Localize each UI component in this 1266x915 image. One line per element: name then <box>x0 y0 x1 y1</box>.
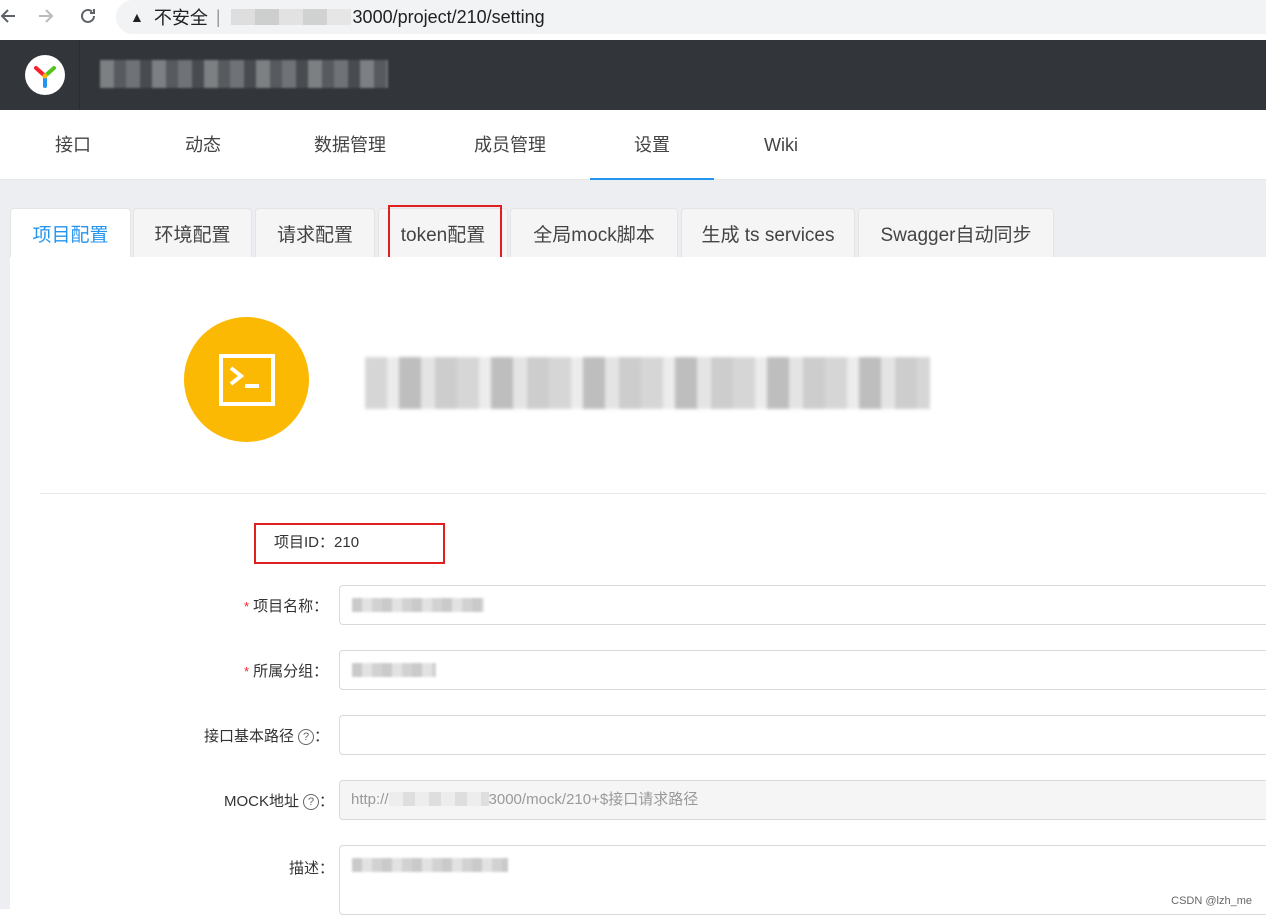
group-label-wrap: * 所属分组： <box>244 660 328 681</box>
redacted-project-name <box>352 598 484 612</box>
settings-content: 项目配置 环境配置 请求配置 token配置 全局mock脚本 生成 ts se… <box>0 180 1266 915</box>
mock-prefix: http:// <box>351 791 389 808</box>
nav-item-interface[interactable]: 接口 <box>55 110 91 180</box>
nav-item-data[interactable]: 数据管理 <box>314 110 386 180</box>
redacted-mock-host <box>388 792 489 806</box>
tab-env-config[interactable]: 环境配置 <box>133 208 252 257</box>
url-path: 3000/project/210/setting <box>352 6 545 27</box>
tab-request-config[interactable]: 请求配置 <box>255 208 375 257</box>
desc-label-wrap: 描述： <box>289 857 334 878</box>
basepath-input[interactable] <box>339 715 1266 755</box>
required-mark: * <box>244 599 250 614</box>
app-header <box>0 40 1266 110</box>
colon: ： <box>314 728 330 745</box>
yapi-logo-icon <box>24 55 65 95</box>
project-nav: 接口 动态 数据管理 成员管理 设置 Wiki <box>0 110 1266 180</box>
address-bar[interactable]: ▲ 不安全 | 3000/project/210/setting <box>116 0 1266 34</box>
tab-swagger-sync[interactable]: Swagger自动同步 <box>858 208 1054 257</box>
nav-item-activity[interactable]: 动态 <box>185 110 221 180</box>
required-mark: * <box>244 664 250 679</box>
arrow-left-icon[interactable] <box>0 0 24 32</box>
project-name-label: 项目名称： <box>253 598 329 615</box>
redacted-host <box>230 9 351 25</box>
arrow-right-icon[interactable] <box>30 0 62 32</box>
group-select[interactable] <box>339 650 1266 690</box>
colon: ： <box>319 793 335 810</box>
tab-project-config[interactable]: 项目配置 <box>10 208 131 258</box>
url-separator: | <box>215 6 221 27</box>
basepath-label: 接口基本路径 <box>204 728 295 745</box>
question-circle-icon[interactable]: ? <box>303 794 320 810</box>
desc-label: 描述： <box>289 860 335 877</box>
insecure-label: 不安全 <box>153 8 208 28</box>
question-circle-icon[interactable]: ? <box>298 729 315 745</box>
tab-ts-services[interactable]: 生成 ts services <box>681 208 855 257</box>
redacted-project-title <box>365 357 930 409</box>
group-label: 所属分组： <box>253 663 329 680</box>
redacted-description <box>352 858 508 872</box>
highlight-box-project-id <box>254 523 445 564</box>
mock-address-input: http:// 3000/mock/210+$接口请求路径 <box>339 780 1266 820</box>
terminal-icon <box>218 353 275 406</box>
nav-item-members[interactable]: 成员管理 <box>474 110 546 180</box>
reload-icon[interactable] <box>72 0 104 32</box>
nav-item-settings[interactable]: 设置 <box>590 110 714 180</box>
warning-icon: ▲ <box>130 9 144 25</box>
browser-toolbar: ▲ 不安全 | 3000/project/210/setting <box>0 0 1266 38</box>
description-textarea[interactable] <box>339 845 1266 915</box>
mock-label-wrap: MOCK地址?： <box>224 790 334 811</box>
watermark: CSDN @lzh_me <box>1171 895 1252 907</box>
mock-suffix: 3000/mock/210+$接口请求路径 <box>488 791 699 808</box>
nav-item-wiki[interactable]: Wiki <box>764 110 798 180</box>
project-name-input[interactable] <box>339 585 1266 625</box>
project-name-label-wrap: * 项目名称： <box>244 595 328 616</box>
tab-global-mock[interactable]: 全局mock脚本 <box>510 208 678 257</box>
project-config-panel: 项目ID：210 * 项目名称： * 所属分组： 接口基本路径?： MOCK地址?：… <box>10 257 1266 915</box>
redacted-group-name <box>352 663 436 677</box>
divider <box>40 493 1266 494</box>
redacted-project-breadcrumb <box>100 60 388 88</box>
basepath-label-wrap: 接口基本路径?： <box>204 725 329 746</box>
logo-container[interactable] <box>10 40 80 110</box>
project-avatar[interactable] <box>184 317 309 442</box>
mock-label: MOCK地址 <box>224 793 300 810</box>
